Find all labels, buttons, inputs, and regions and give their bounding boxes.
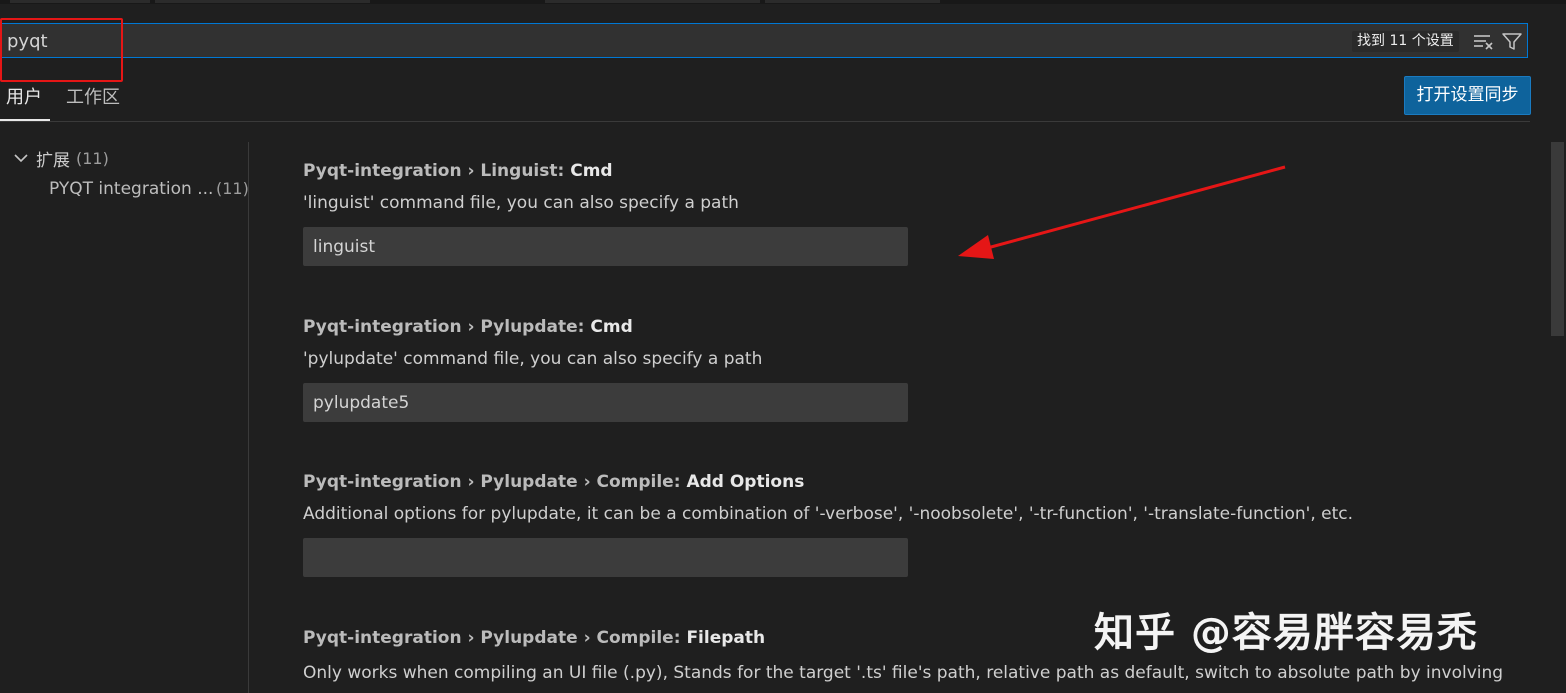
setting-description: Only works when compiling an UI file (.p… xyxy=(303,663,1504,683)
toc-item-label: PYQT integration ... xyxy=(49,179,214,199)
tabs-divider xyxy=(0,121,1530,122)
open-settings-sync-button[interactable]: 打开设置同步 xyxy=(1404,76,1531,115)
tab-strip-segment xyxy=(545,0,760,3)
setting-title-prefix: Pyqt-integration › Pylupdate › Compile: xyxy=(303,472,687,492)
setting-title-key: Add Options xyxy=(686,472,805,492)
toc-item-pyqt-integration[interactable]: PYQT integration ... (11) xyxy=(49,179,249,203)
toc-item-count: (11) xyxy=(216,179,249,198)
setting-pylupdate-cmd: Pyqt-integration › Pylupdate: Cmd 'pylup… xyxy=(303,317,908,422)
setting-title: Pyqt-integration › Linguist: Cmd xyxy=(303,161,908,181)
toc-group-count: (11) xyxy=(76,148,109,168)
scrollbar-thumb[interactable] xyxy=(1551,142,1564,336)
tab-user[interactable]: 用户 xyxy=(6,86,42,110)
setting-pylupdate-cmd-input[interactable] xyxy=(303,383,908,422)
setting-add-options-input[interactable] xyxy=(303,538,908,577)
setting-title-key: Cmd xyxy=(590,317,633,337)
setting-linguist-cmd-input[interactable] xyxy=(303,227,908,266)
setting-title-key: Cmd xyxy=(570,161,613,181)
toc-group-extensions[interactable]: 扩展 (11) xyxy=(12,146,109,171)
tab-strip-segment xyxy=(10,0,150,3)
setting-description: 'linguist' command file, you can also sp… xyxy=(303,193,739,213)
settings-search-box: 找到 11 个设置 xyxy=(0,23,1528,59)
annotation-arrow-icon xyxy=(958,165,1286,259)
setting-description: 'pylupdate' command file, you can also s… xyxy=(303,349,763,369)
toc-group-label: 扩展 xyxy=(36,150,70,171)
chevron-down-icon xyxy=(14,154,28,163)
setting-title-prefix: Pyqt-integration › Pylupdate: xyxy=(303,317,591,337)
toc-divider xyxy=(248,142,249,693)
setting-title-key: Filepath xyxy=(686,628,766,648)
tab-strip-segment xyxy=(155,0,370,3)
search-result-count: 找到 11 个设置 xyxy=(1352,31,1459,52)
annotation-highlight-box xyxy=(0,18,123,82)
setting-linguist-cmd: Pyqt-integration › Linguist: Cmd 'lingui… xyxy=(303,161,908,266)
setting-title-prefix: Pyqt-integration › Pylupdate › Compile: xyxy=(303,628,687,648)
watermark: 知乎 @容易胖容易秃 xyxy=(1094,610,1478,656)
setting-pylupdate-compile-add-options: Pyqt-integration › Pylupdate › Compile: … xyxy=(303,472,1353,577)
search-input[interactable] xyxy=(5,24,1329,59)
setting-title: Pyqt-integration › Pylupdate › Compile: … xyxy=(303,472,1353,492)
filter-icon[interactable] xyxy=(1501,31,1523,51)
setting-description: Additional options for pylupdate, it can… xyxy=(303,504,1354,524)
tab-strip-segment xyxy=(765,0,940,3)
setting-title: Pyqt-integration › Pylupdate: Cmd xyxy=(303,317,908,337)
setting-title-prefix: Pyqt-integration › Linguist: xyxy=(303,161,571,181)
tab-workspace[interactable]: 工作区 xyxy=(66,86,120,110)
editor-tab-strip xyxy=(0,0,1566,4)
clear-filter-icon[interactable] xyxy=(1472,31,1494,51)
